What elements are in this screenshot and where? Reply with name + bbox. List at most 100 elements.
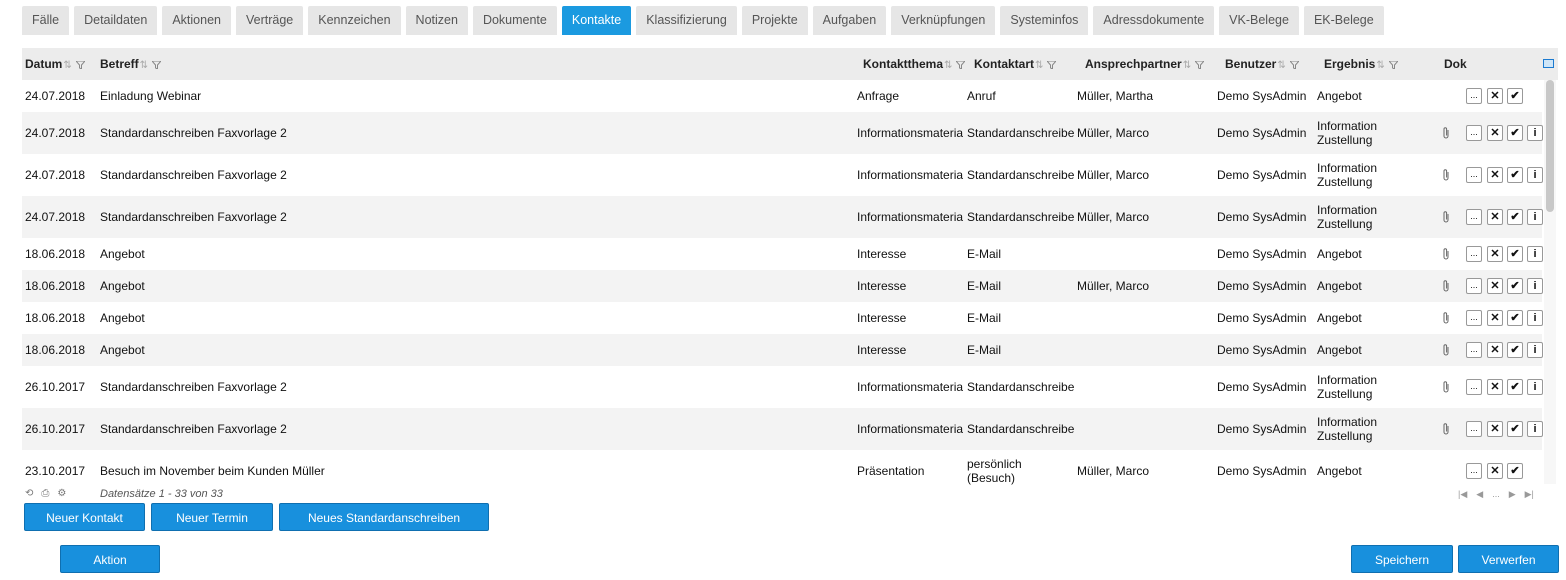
last-page-icon[interactable]: ▶| (1525, 489, 1534, 500)
info-button[interactable]: i (1527, 421, 1543, 437)
sort-icon[interactable]: ⇅ (140, 60, 148, 71)
filter-icon[interactable] (956, 60, 966, 69)
done-button[interactable]: ✔ (1507, 209, 1523, 225)
tab-kontakte[interactable]: Kontakte (561, 6, 632, 35)
done-button[interactable]: ✔ (1507, 246, 1523, 262)
filter-icon[interactable] (1289, 60, 1299, 69)
info-button[interactable]: i (1527, 278, 1543, 294)
table-row[interactable]: 24.07.2018 Standardanschreiben Faxvorlage… (22, 154, 1543, 196)
new-appointment-button[interactable]: Neuer Termin (151, 503, 273, 531)
done-button[interactable]: ✔ (1507, 167, 1523, 183)
delete-button[interactable]: ✕ (1487, 246, 1503, 262)
sort-icon[interactable]: ⇅ (1376, 60, 1384, 71)
tab-kennzeichen[interactable]: Kennzeichen (308, 6, 401, 35)
tab-systeminfos[interactable]: Systeminfos (1000, 6, 1089, 35)
info-button[interactable]: i (1527, 209, 1543, 225)
info-button[interactable]: i (1527, 379, 1543, 395)
delete-button[interactable]: ✕ (1487, 167, 1503, 183)
tab-verträge[interactable]: Verträge (236, 6, 304, 35)
prev-page-icon[interactable]: ◀ (1476, 489, 1483, 500)
sort-icon[interactable]: ⇅ (1183, 60, 1191, 71)
tab-fälle[interactable]: Fälle (22, 6, 70, 35)
more-button[interactable]: ... (1466, 278, 1482, 294)
column-header-ansprechpartner[interactable]: Ansprechpartner⇅ (1085, 48, 1205, 80)
filter-icon[interactable] (1195, 60, 1205, 69)
tab-dokumente[interactable]: Dokumente (472, 6, 557, 35)
delete-button[interactable]: ✕ (1487, 463, 1503, 479)
action-button[interactable]: Aktion (60, 545, 160, 573)
sort-icon[interactable]: ⇅ (1035, 60, 1043, 71)
filter-icon[interactable] (75, 60, 85, 69)
attachment-icon[interactable] (1441, 168, 1451, 182)
table-row[interactable]: 18.06.2018 Angebot Interesse E-Mail Demo Sys… (22, 334, 1543, 366)
tab-klassifizierung[interactable]: Klassifizierung (636, 6, 737, 35)
table-row[interactable]: 24.07.2018 Standardanschreiben Faxvorlage… (22, 196, 1543, 238)
next-page-icon[interactable]: ▶ (1509, 489, 1516, 500)
new-standard-letter-button[interactable]: Neues Standardanschreiben (279, 503, 489, 531)
attachment-icon[interactable] (1441, 126, 1451, 140)
tab-verknüpfungen[interactable]: Verknüpfungen (891, 6, 996, 35)
sort-icon[interactable]: ⇅ (944, 60, 952, 71)
filter-icon[interactable] (1388, 60, 1398, 69)
tab-aktionen[interactable]: Aktionen (162, 6, 231, 35)
first-page-icon[interactable]: |◀ (1458, 489, 1467, 500)
done-button[interactable]: ✔ (1507, 342, 1523, 358)
delete-button[interactable]: ✕ (1487, 421, 1503, 437)
export-icon[interactable] (1543, 59, 1554, 68)
delete-button[interactable]: ✕ (1487, 379, 1503, 395)
column-header-betreff[interactable]: Betreff⇅ (100, 48, 162, 80)
done-button[interactable]: ✔ (1507, 310, 1523, 326)
delete-button[interactable]: ✕ (1487, 342, 1503, 358)
table-row[interactable]: 18.06.2018 Angebot Interesse E-Mail Demo Sys… (22, 302, 1543, 334)
sort-icon[interactable]: ⇅ (63, 60, 71, 71)
delete-button[interactable]: ✕ (1487, 310, 1503, 326)
more-button[interactable]: ... (1466, 379, 1482, 395)
info-button[interactable]: i (1527, 167, 1543, 183)
table-row[interactable]: 26.10.2017 Standardanschreiben Faxvorlage… (22, 408, 1543, 450)
column-header-kontaktart[interactable]: Kontaktart⇅ (974, 48, 1057, 80)
filter-icon[interactable] (1047, 60, 1057, 69)
column-header-datum[interactable]: Datum⇅ (25, 48, 85, 80)
attachment-icon[interactable] (1441, 311, 1451, 325)
more-button[interactable]: ... (1466, 125, 1482, 141)
more-button[interactable]: ... (1466, 421, 1482, 437)
done-button[interactable]: ✔ (1507, 463, 1523, 479)
delete-button[interactable]: ✕ (1487, 278, 1503, 294)
more-button[interactable]: ... (1466, 310, 1482, 326)
attachment-icon[interactable] (1441, 247, 1451, 261)
done-button[interactable]: ✔ (1507, 379, 1523, 395)
table-row[interactable]: 24.07.2018 Standardanschreiben Faxvorlage… (22, 112, 1543, 154)
delete-button[interactable]: ✕ (1487, 209, 1503, 225)
attachment-icon[interactable] (1441, 343, 1451, 357)
tab-aufgaben[interactable]: Aufgaben (812, 6, 887, 35)
attachment-icon[interactable] (1441, 210, 1451, 224)
column-header-kontaktthema[interactable]: Kontaktthema⇅ (863, 48, 966, 80)
delete-button[interactable]: ✕ (1487, 125, 1503, 141)
tab-detaildaten[interactable]: Detaildaten (74, 6, 158, 35)
sort-icon[interactable]: ⇅ (1277, 60, 1285, 71)
tab-vk-belege[interactable]: VK-Belege (1219, 6, 1299, 35)
more-button[interactable]: ... (1466, 463, 1482, 479)
info-button[interactable]: i (1527, 246, 1543, 262)
save-button[interactable]: Speichern (1351, 545, 1453, 573)
tab-adressdokumente[interactable]: Adressdokumente (1093, 6, 1215, 35)
table-row[interactable]: 24.07.2018 Einladung Webinar Anfrage Anruf M… (22, 80, 1542, 112)
more-button[interactable]: ... (1466, 246, 1482, 262)
done-button[interactable]: ✔ (1507, 278, 1523, 294)
done-button[interactable]: ✔ (1507, 421, 1523, 437)
info-button[interactable]: i (1527, 125, 1543, 141)
more-button[interactable]: ... (1466, 209, 1482, 225)
tab-projekte[interactable]: Projekte (741, 6, 808, 35)
tab-notizen[interactable]: Notizen (405, 6, 468, 35)
done-button[interactable]: ✔ (1507, 125, 1523, 141)
attachment-icon[interactable] (1441, 422, 1451, 436)
info-button[interactable]: i (1527, 342, 1543, 358)
settings-icon[interactable]: ⚙ (57, 488, 66, 499)
filter-icon[interactable] (152, 60, 162, 69)
attachment-icon[interactable] (1441, 279, 1451, 293)
done-button[interactable]: ✔ (1507, 88, 1523, 104)
scrollbar-thumb[interactable] (1546, 80, 1554, 212)
attachment-icon[interactable] (1441, 380, 1451, 394)
new-contact-button[interactable]: Neuer Kontakt (24, 503, 145, 531)
print-icon[interactable]: ⎙ (41, 488, 49, 499)
